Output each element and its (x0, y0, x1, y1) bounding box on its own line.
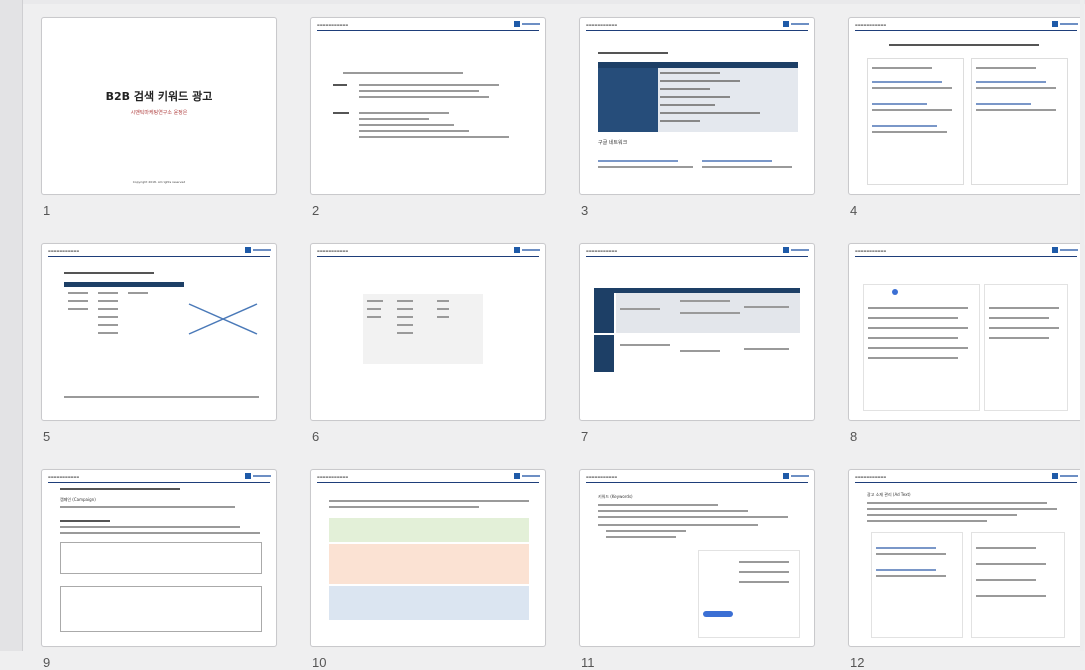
header-divider (317, 256, 539, 257)
slide-header-text: ▬▬▬▬▬▬▬▬▬▬▬ (855, 249, 887, 253)
slide-header-text: ▬▬▬▬▬▬▬▬▬▬▬ (317, 475, 349, 479)
header-divider (855, 30, 1077, 31)
header-divider (317, 30, 539, 31)
logo-icon (514, 473, 540, 479)
slide-header-text: ▬▬▬▬▬▬▬▬▬▬▬ (586, 249, 618, 253)
vertical-scrollbar[interactable] (1080, 0, 1084, 651)
header-divider (586, 30, 808, 31)
schedule-table (60, 586, 262, 632)
funnel-diagram (188, 303, 258, 335)
ad-preview-screenshot (871, 532, 963, 638)
slide-heading: 광고 소재 관리 (Ad Text) (867, 492, 911, 497)
left-panel-edge (0, 0, 23, 651)
logo-icon (245, 247, 271, 253)
slide-subtitle: 시맨틱마케팅연구소 윤정은 (130, 110, 188, 116)
header-divider (855, 482, 1077, 483)
slide-title: B2B 검색 키워드 광고 (105, 90, 213, 103)
slide-heading: 구글 네트워크 (598, 140, 628, 146)
network-table (598, 62, 798, 132)
slide-number: 1 (43, 203, 51, 218)
slide-7-canvas: ▬▬▬▬▬▬▬▬▬▬▬ (579, 243, 815, 421)
slide-header-text: ▬▬▬▬▬▬▬▬▬▬▬ (48, 475, 80, 479)
slide-header-text: ▬▬▬▬▬▬▬▬▬▬▬ (317, 23, 349, 27)
keyword-table (64, 282, 184, 352)
header-divider (586, 256, 808, 257)
slide-9-canvas: ▬▬▬▬▬▬▬▬▬▬▬ 캠페인 (Campaign) (41, 469, 277, 647)
logo-icon (1052, 21, 1078, 27)
search-result-screenshot (971, 58, 1068, 185)
slide-heading: 키워드 (Keywords) (598, 494, 633, 499)
ad-editor-screenshot (971, 532, 1065, 638)
adwords-screenshot (984, 284, 1068, 411)
slide-number: 8 (850, 429, 858, 444)
slide-heading: 캠페인 (Campaign) (60, 497, 96, 502)
table-band-orange (329, 544, 529, 584)
slide-header-text: ▬▬▬▬▬▬▬▬▬▬▬ (586, 23, 618, 27)
search-result-screenshot (867, 58, 964, 185)
frame-top-edge (22, 0, 1085, 4)
slide-footer: Copyright 2018. All rights reserved (132, 180, 186, 184)
logo-icon (783, 247, 809, 253)
slide-number: 7 (581, 429, 589, 444)
slide-header-text: ▬▬▬▬▬▬▬▬▬▬▬ (855, 23, 887, 27)
slide-6-canvas: ▬▬▬▬▬▬▬▬▬▬▬ (310, 243, 546, 421)
slide-2-canvas: ▬▬▬▬▬▬▬▬▬▬▬ (310, 17, 546, 195)
slide-number: 9 (43, 655, 51, 670)
slide-header-text: ▬▬▬▬▬▬▬▬▬▬▬ (586, 475, 618, 479)
logo-icon (1052, 473, 1078, 479)
slide-number: 6 (312, 429, 320, 444)
campaign-table (60, 542, 262, 574)
slide-number: 10 (312, 655, 327, 670)
adwords-screenshot (863, 284, 980, 411)
slide-header-text: ▬▬▬▬▬▬▬▬▬▬▬ (48, 249, 80, 253)
logo-icon (514, 247, 540, 253)
header-divider (48, 256, 270, 257)
logo-icon (245, 473, 271, 479)
header-divider (317, 482, 539, 483)
slide-number: 12 (850, 655, 865, 670)
comparison-table (594, 288, 800, 372)
slide-header-text: ▬▬▬▬▬▬▬▬▬▬▬ (855, 475, 887, 479)
logo-icon (1052, 247, 1078, 253)
header-divider (586, 482, 808, 483)
slide-header-text: ▬▬▬▬▬▬▬▬▬▬▬ (317, 249, 349, 253)
table-band-blue (329, 586, 529, 620)
slide-12-canvas: ▬▬▬▬▬▬▬▬▬▬▬ 광고 소재 관리 (Ad Text) (848, 469, 1084, 647)
slide-number: 11 (581, 655, 595, 670)
slide-10-canvas: ▬▬▬▬▬▬▬▬▬▬▬ (310, 469, 546, 647)
table-band-green (329, 518, 529, 542)
slide-number: 2 (312, 203, 320, 218)
header-divider (855, 256, 1077, 257)
slide-1-canvas: B2B 검색 키워드 광고 시맨틱마케팅연구소 윤정은 Copyright 20… (41, 17, 277, 195)
data-table (363, 294, 483, 364)
slide-3-canvas: ▬▬▬▬▬▬▬▬▬▬▬ 구글 네트워크 (579, 17, 815, 195)
slide-number: 5 (43, 429, 51, 444)
logo-icon (783, 473, 809, 479)
slide-11-canvas: ▬▬▬▬▬▬▬▬▬▬▬ 키워드 (Keywords) (579, 469, 815, 647)
slide-8-canvas: ▬▬▬▬▬▬▬▬▬▬▬ (848, 243, 1084, 421)
slide-number: 3 (581, 203, 589, 218)
slide-4-canvas: ▬▬▬▬▬▬▬▬▬▬▬ (848, 17, 1084, 195)
slide-5-canvas: ▬▬▬▬▬▬▬▬▬▬▬ (41, 243, 277, 421)
keyword-tool-screenshot (698, 550, 800, 638)
slide-sorter-grid: B2B 검색 키워드 광고 시맨틱마케팅연구소 윤정은 Copyright 20… (41, 17, 1085, 670)
slide-number: 4 (850, 203, 858, 218)
logo-icon (514, 21, 540, 27)
logo-icon (783, 21, 809, 27)
header-divider (48, 482, 270, 483)
